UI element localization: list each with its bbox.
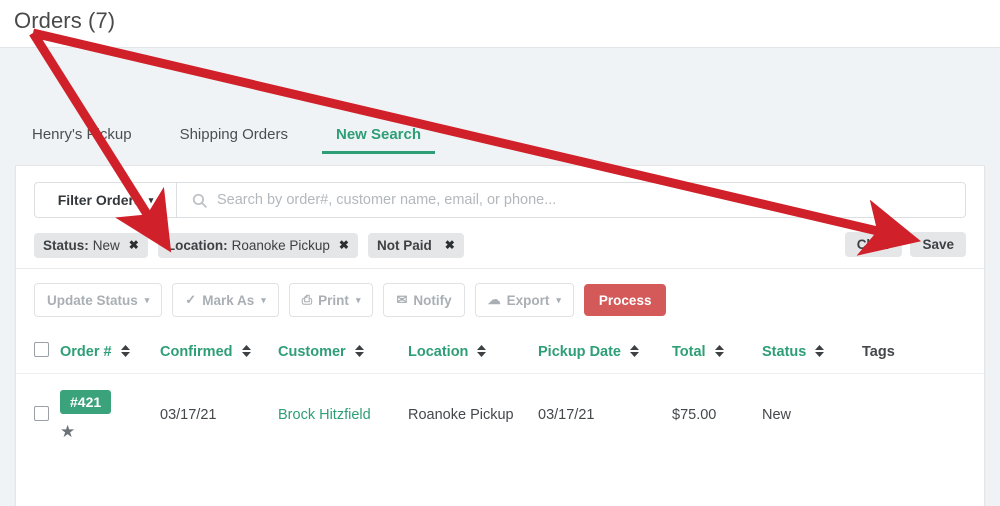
notify-button[interactable]: ✉ Notify — [383, 283, 465, 317]
cell-location: Roanoke Pickup — [408, 373, 538, 456]
column-label-pickup-date: Pickup Date — [538, 343, 621, 360]
search-input[interactable] — [217, 192, 955, 208]
table-header-row: Order # Confirmed Customer Location Pick… — [16, 330, 984, 374]
column-header-order[interactable]: Order # — [60, 330, 160, 374]
chevron-down-icon: ▾ — [144, 294, 150, 305]
star-icon[interactable]: ★ — [60, 423, 156, 440]
filter-orders-dropdown[interactable]: Filter Orders ▾ — [34, 182, 176, 218]
chevron-down-icon: ▾ — [148, 194, 154, 205]
orders-card: Filter Orders ▾ Status: New ✖ Locat — [15, 165, 985, 506]
filter-chip-location[interactable]: Location: Roanoke Pickup ✖ — [157, 232, 358, 258]
tab-shipping-orders[interactable]: Shipping Orders — [180, 126, 288, 154]
search-field-wrapper[interactable] — [176, 182, 966, 218]
filter-chip-location-key: Location: — [166, 237, 228, 253]
cell-pickup-date: 03/17/21 — [538, 373, 672, 456]
order-number-badge[interactable]: #421 — [60, 390, 112, 414]
column-label-location: Location — [408, 343, 469, 360]
filter-chip-not-paid-key: Not Paid — [376, 237, 432, 253]
tab-new-search[interactable]: New Search — [321, 126, 436, 154]
column-header-tags: Tags — [862, 343, 895, 360]
orders-table: Order # Confirmed Customer Location Pick… — [16, 330, 984, 456]
filter-orders-label: Filter Orders — [57, 192, 142, 208]
save-button[interactable]: Save — [910, 232, 966, 257]
column-label-confirmed: Confirmed — [160, 343, 233, 360]
process-button[interactable]: Process — [583, 284, 667, 316]
check-icon: ✓ — [185, 292, 197, 307]
chevron-down-icon: ▾ — [556, 294, 561, 305]
clear-button[interactable]: Clear — [844, 232, 903, 257]
filter-chip-location-value: Roanoke Pickup — [231, 237, 330, 253]
orders-table-body: #421 ★ 03/17/21 Brock Hitzfield Roanoke … — [16, 373, 984, 456]
column-header-confirmed[interactable]: Confirmed — [160, 330, 278, 374]
print-button[interactable]: ⎙ Print ▾ — [288, 283, 374, 317]
notify-label: Notify — [413, 292, 452, 308]
close-icon[interactable]: ✖ — [129, 238, 139, 252]
tab-henrys-pickup[interactable]: Henry's Pickup — [32, 126, 132, 154]
search-icon — [192, 193, 207, 208]
close-icon[interactable]: ✖ — [445, 238, 455, 252]
print-label: Print — [318, 292, 349, 308]
orders-page: Orders (7) Henry's Pickup Shipping Order… — [0, 0, 1000, 506]
sort-icon — [477, 344, 487, 357]
mark-as-button[interactable]: ✓ Mark As ▾ — [172, 283, 279, 317]
cell-customer: Brock Hitzfield — [278, 373, 408, 456]
envelope-icon: ✉ — [396, 292, 408, 307]
cell-order-number: #421 ★ — [60, 373, 160, 456]
orders-table-head: Order # Confirmed Customer Location Pick… — [16, 330, 984, 374]
close-icon[interactable]: ✖ — [339, 238, 349, 252]
update-status-label: Update Status — [47, 292, 138, 308]
sort-icon — [815, 344, 825, 357]
tab-bar: Henry's Pickup Shipping Orders New Searc… — [0, 126, 1000, 165]
sort-icon — [354, 344, 364, 357]
column-header-pickup-date[interactable]: Pickup Date — [538, 330, 672, 374]
cell-confirmed: 03/17/21 — [160, 373, 278, 456]
page-title: Orders (7) — [14, 8, 116, 33]
chevron-down-icon: ▾ — [261, 294, 266, 305]
filter-chip-status-key: Status: — [43, 237, 89, 253]
mark-as-label: Mark As — [202, 292, 255, 308]
filter-section: Filter Orders ▾ Status: New ✖ Locat — [16, 166, 984, 268]
sort-icon — [120, 344, 130, 357]
export-button[interactable]: ☁ Export ▾ — [474, 283, 574, 317]
filter-chip-not-paid[interactable]: Not Paid ✖ — [367, 232, 464, 258]
printer-icon: ⎙ — [301, 292, 313, 307]
chevron-down-icon: ▾ — [355, 294, 361, 305]
customer-link[interactable]: Brock Hitzfield — [278, 407, 371, 423]
sort-icon — [241, 344, 251, 357]
select-all-header — [16, 330, 60, 374]
column-header-customer[interactable]: Customer — [278, 330, 408, 374]
column-label-status: Status — [762, 343, 807, 360]
cell-status: New — [762, 373, 862, 456]
table-row[interactable]: #421 ★ 03/17/21 Brock Hitzfield Roanoke … — [16, 373, 984, 456]
sort-icon — [714, 344, 724, 357]
column-header-total[interactable]: Total — [672, 330, 762, 374]
bulk-action-toolbar: Update Status ▾ ✓ Mark As ▾ ⎙ Print ▾ ✉ … — [16, 269, 984, 330]
filter-chip-status[interactable]: Status: New ✖ — [34, 232, 148, 258]
column-header-location[interactable]: Location — [408, 330, 538, 374]
column-label-customer: Customer — [278, 343, 346, 360]
column-label-order: Order # — [60, 343, 112, 360]
select-all-checkbox[interactable] — [34, 342, 49, 357]
column-header-status[interactable]: Status — [762, 330, 862, 374]
filter-actions: Clear Save — [837, 232, 966, 257]
column-label-total: Total — [672, 343, 706, 360]
cell-tags — [862, 373, 984, 456]
row-select-cell — [16, 373, 60, 456]
export-label: Export — [506, 292, 550, 308]
page-header: Orders (7) — [0, 0, 1000, 48]
cell-total: $75.00 — [672, 373, 762, 456]
filter-chip-status-value: New — [92, 237, 120, 253]
active-filter-chips: Status: New ✖ Location: Roanoke Pickup ✖… — [34, 232, 966, 258]
sort-icon — [630, 344, 640, 357]
cloud-download-icon: ☁ — [487, 292, 501, 307]
search-row: Filter Orders ▾ — [34, 182, 966, 218]
update-status-button[interactable]: Update Status ▾ — [34, 283, 163, 317]
row-checkbox[interactable] — [34, 405, 49, 421]
